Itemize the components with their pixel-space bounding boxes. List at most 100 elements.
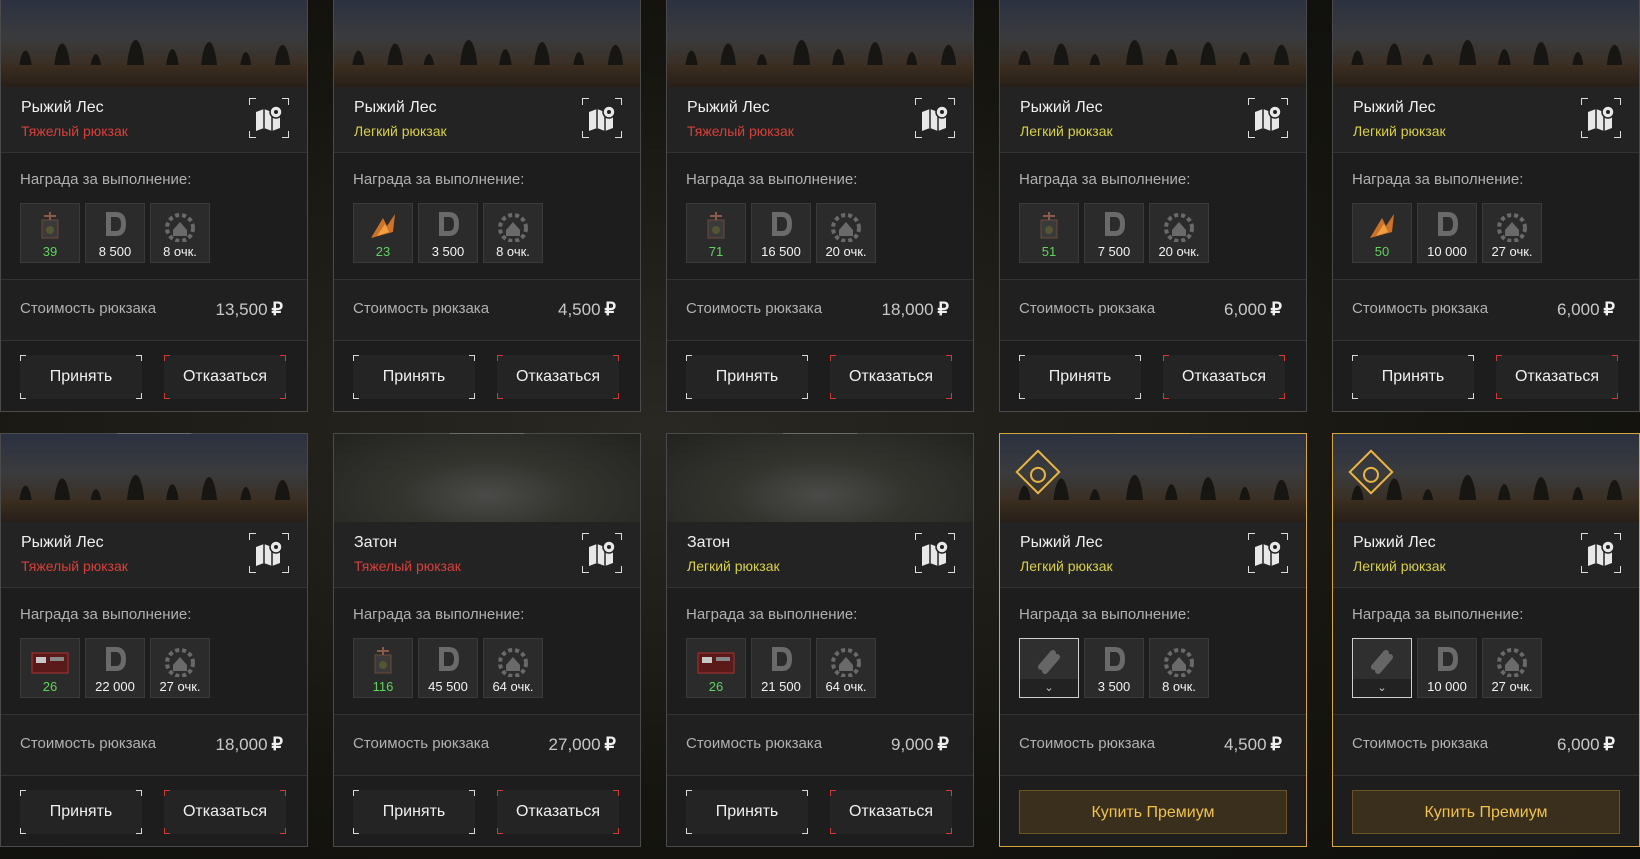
map-button[interactable] bbox=[915, 533, 955, 573]
reward-list: ⌄ 10 000 27 очк. bbox=[1333, 638, 1639, 714]
accept-button[interactable]: Принять bbox=[686, 790, 808, 834]
decline-label: Отказаться bbox=[848, 803, 934, 820]
item-reward-slot[interactable]: 23 bbox=[353, 203, 413, 263]
points-reward-slot[interactable]: 64 очк. bbox=[483, 638, 543, 698]
accept-button[interactable]: Принять bbox=[353, 790, 475, 834]
points-reward-slot[interactable]: 64 очк. bbox=[816, 638, 876, 698]
quest-card: Рыжий Лес Тяжелый рюкзак Награда за выпо… bbox=[0, 0, 308, 412]
accept-label: Принять bbox=[715, 803, 779, 820]
map-button[interactable] bbox=[582, 533, 622, 573]
item-count: 50 bbox=[1374, 244, 1390, 259]
accept-label: Принять bbox=[715, 368, 779, 385]
decline-button[interactable]: Отказаться bbox=[497, 355, 619, 399]
cost-row: Стоимость рюкзака 18,000 ₽ bbox=[1, 714, 307, 776]
item-count: 26 bbox=[708, 679, 724, 694]
locked-reward-slot[interactable]: ⌄ bbox=[1019, 638, 1079, 698]
item-reward-slot[interactable]: 26 bbox=[686, 638, 746, 698]
decline-label: Отказаться bbox=[515, 803, 601, 820]
points-reward-slot[interactable]: 27 очк. bbox=[1482, 638, 1542, 698]
decline-label: Отказаться bbox=[182, 803, 268, 820]
item-reward-slot[interactable]: 26 bbox=[20, 638, 80, 698]
cost-row: Стоимость рюкзака 27,000 ₽ bbox=[334, 714, 640, 776]
ruble-icon: ₽ bbox=[604, 299, 616, 319]
points-amount: 27 очк. bbox=[1491, 244, 1533, 259]
quest-card: Рыжий Лес Легкий рюкзак Награда за выпол… bbox=[333, 0, 641, 412]
money-amount: 7 500 bbox=[1097, 244, 1131, 259]
accept-button[interactable]: Принять bbox=[686, 355, 808, 399]
locked-reward-slot[interactable]: ⌄ bbox=[1352, 638, 1412, 698]
map-button[interactable] bbox=[1581, 533, 1621, 573]
points-reward-slot[interactable]: 27 очк. bbox=[150, 638, 210, 698]
medkit-item-icon bbox=[687, 643, 745, 682]
money-reward-slot[interactable]: 7 500 bbox=[1084, 203, 1144, 263]
accept-button[interactable]: Принять bbox=[20, 790, 142, 834]
accept-button[interactable]: Принять bbox=[353, 355, 475, 399]
points-reward-slot[interactable]: 27 очк. bbox=[1482, 203, 1542, 263]
decline-label: Отказаться bbox=[848, 368, 934, 385]
item-reward-slot[interactable]: 50 bbox=[1352, 203, 1412, 263]
decline-button[interactable]: Отказаться bbox=[830, 790, 952, 834]
ruble-icon: ₽ bbox=[1603, 299, 1615, 319]
quest-card: Затон Легкий рюкзак Награда за выполнени… bbox=[666, 433, 974, 847]
item-reward-slot[interactable]: 39 bbox=[20, 203, 80, 263]
quest-card: Затон Тяжелый рюкзак Награда за выполнен… bbox=[333, 433, 641, 847]
cost-row: Стоимость рюкзака 18,000 ₽ bbox=[667, 279, 973, 341]
map-button[interactable] bbox=[249, 533, 289, 573]
money-d-icon bbox=[1418, 208, 1476, 245]
card-actions: Принять Отказаться bbox=[1000, 341, 1306, 411]
cost-amount: 6,000 bbox=[1557, 735, 1600, 754]
card-header: Рыжий Лес Легкий рюкзак bbox=[1333, 522, 1639, 588]
decline-button[interactable]: Отказаться bbox=[1163, 355, 1285, 399]
gear-points-icon bbox=[1150, 208, 1208, 247]
money-d-icon bbox=[419, 643, 477, 680]
item-reward-slot[interactable]: 116 bbox=[353, 638, 413, 698]
points-reward-slot[interactable]: 20 очк. bbox=[816, 203, 876, 263]
map-button[interactable] bbox=[249, 98, 289, 138]
chevron-down-icon: ⌄ bbox=[1353, 679, 1411, 697]
backpack-type: Легкий рюкзак bbox=[1353, 558, 1446, 574]
money-reward-slot[interactable]: 22 000 bbox=[85, 638, 145, 698]
money-reward-slot[interactable]: 21 500 bbox=[751, 638, 811, 698]
quest-card: Рыжий Лес Тяжелый рюкзак Награда за выпо… bbox=[0, 433, 308, 847]
money-reward-slot[interactable]: 3 500 bbox=[418, 203, 478, 263]
points-reward-slot[interactable]: 20 очк. bbox=[1149, 203, 1209, 263]
decline-button[interactable]: Отказаться bbox=[164, 790, 286, 834]
money-amount: 45 500 bbox=[428, 679, 468, 694]
decline-button[interactable]: Отказаться bbox=[830, 355, 952, 399]
ruble-icon: ₽ bbox=[271, 734, 283, 754]
money-reward-slot[interactable]: 10 000 bbox=[1417, 638, 1477, 698]
decline-button[interactable]: Отказаться bbox=[497, 790, 619, 834]
cost-row: Стоимость рюкзака 6,000 ₽ bbox=[1000, 279, 1306, 341]
buy-premium-button[interactable]: Купить Премиум bbox=[1352, 790, 1620, 834]
item-reward-slot[interactable]: 71 bbox=[686, 203, 746, 263]
map-button[interactable] bbox=[1248, 533, 1288, 573]
map-button[interactable] bbox=[915, 98, 955, 138]
decline-button[interactable]: Отказаться bbox=[1496, 355, 1618, 399]
money-reward-slot[interactable]: 3 500 bbox=[1084, 638, 1144, 698]
accept-button[interactable]: Принять bbox=[1019, 355, 1141, 399]
map-button[interactable] bbox=[1581, 98, 1621, 138]
reward-title: Награда за выполнение: bbox=[1352, 171, 1524, 188]
buy-premium-button[interactable]: Купить Премиум bbox=[1019, 790, 1287, 834]
accept-button[interactable]: Принять bbox=[20, 355, 142, 399]
money-reward-slot[interactable]: 10 000 bbox=[1417, 203, 1477, 263]
cost-value: 9,000 ₽ bbox=[891, 734, 949, 755]
item-reward-slot[interactable]: 51 bbox=[1019, 203, 1079, 263]
points-reward-slot[interactable]: 8 очк. bbox=[1149, 638, 1209, 698]
decline-button[interactable]: Отказаться bbox=[164, 355, 286, 399]
map-button[interactable] bbox=[582, 98, 622, 138]
locked-link-icon bbox=[1020, 643, 1078, 682]
quest-card: Рыжий Лес Легкий рюкзак Награда за выпол… bbox=[999, 433, 1307, 847]
ruble-icon: ₽ bbox=[937, 299, 949, 319]
accept-button[interactable]: Принять bbox=[1352, 355, 1474, 399]
money-reward-slot[interactable]: 16 500 bbox=[751, 203, 811, 263]
money-reward-slot[interactable]: 8 500 bbox=[85, 203, 145, 263]
points-reward-slot[interactable]: 8 очк. bbox=[483, 203, 543, 263]
cost-amount: 4,500 bbox=[558, 300, 601, 319]
map-button[interactable] bbox=[1248, 98, 1288, 138]
money-reward-slot[interactable]: 45 500 bbox=[418, 638, 478, 698]
cost-label: Стоимость рюкзака bbox=[1352, 300, 1489, 317]
money-d-icon bbox=[752, 643, 810, 680]
points-reward-slot[interactable]: 8 очк. bbox=[150, 203, 210, 263]
points-amount: 64 очк. bbox=[492, 679, 534, 694]
